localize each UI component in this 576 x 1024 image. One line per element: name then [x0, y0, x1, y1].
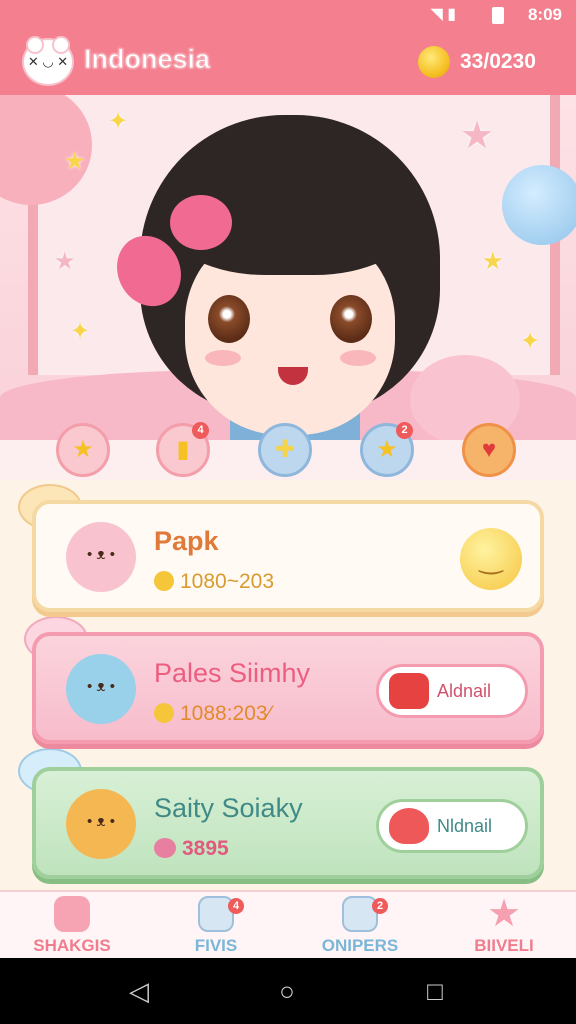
bear-avatar-icon: • ᴥ • [66, 654, 136, 724]
star-icon: ★ [64, 148, 86, 175]
bear-avatar-icon: • ᴥ • [66, 789, 136, 859]
puzzle-button[interactable]: ✚ [258, 423, 312, 477]
cup-button[interactable]: ▮ 4 [156, 422, 210, 477]
leaderboard-list: • ᴥ • Papk 1080~203 ‿ • ᴥ • Pales Siimhy… [0, 480, 576, 890]
star-icon: ✦ [70, 318, 91, 345]
action-button[interactable]: Aldnail [376, 664, 528, 718]
player-score: 1080~203 [154, 570, 274, 594]
car-icon [54, 896, 90, 932]
system-nav-bar: ◁ ○ □ [0, 958, 576, 1024]
cup-icon: ▮ [176, 436, 190, 463]
page-title: Indonesia [83, 44, 211, 75]
star-button[interactable]: ★ 2 [360, 422, 414, 477]
bear-logo-icon[interactable]: ✕ ◡ ✕ [22, 36, 74, 86]
star-icon: ★ [460, 115, 495, 157]
coin-counter: 33/0230 [460, 50, 536, 73]
quick-action-row: ★ ▮ 4 ✚ ★ 2 ♥ [0, 422, 576, 479]
star-icon: ✦ [108, 108, 129, 135]
star-icon: ★ [486, 893, 522, 935]
badge: 2 [372, 898, 388, 914]
star-icon: ✦ [520, 328, 541, 355]
home-icon[interactable]: ○ [272, 976, 302, 1006]
top-header: ✕ ◡ ✕ Indonesia 33/0230 [0, 30, 576, 95]
bottom-nav: SHAKGIS 4 FIVIS 2 ONIPERS ★ BIIVELI [0, 890, 576, 960]
star-icon: ★ [482, 248, 504, 275]
nav-label: FIVIS [194, 936, 238, 955]
action-button[interactable]: Nldnail [376, 799, 528, 853]
score-value: 1080~203 [180, 570, 275, 593]
heart-icon [154, 838, 176, 858]
heart-icon [389, 808, 429, 844]
badge: 4 [192, 422, 209, 439]
star-button[interactable]: ★ [56, 423, 110, 477]
nav-item-fivis[interactable]: 4 FIVIS [144, 892, 288, 960]
player-name: Papk [154, 526, 219, 556]
list-item[interactable]: • ᴥ • Papk 1080~203 ‿ [32, 500, 544, 612]
bear-avatar-icon: • ᴥ • [66, 522, 136, 592]
nav-item-biiveli[interactable]: ★ BIIVELI [432, 892, 576, 960]
player-score: 1088:203⁄ [154, 702, 271, 726]
badge: 2 [396, 422, 413, 439]
hero-banner: ✦ ★ ✦ ★ ★ ★ ✦ [0, 95, 576, 440]
star-icon: ★ [72, 436, 94, 463]
smiley-button[interactable]: ‿ [460, 528, 522, 590]
coin-icon [154, 571, 174, 591]
left-blush [205, 350, 241, 366]
puzzle-icon: ✚ [274, 436, 296, 463]
coin-icon [418, 46, 450, 78]
nav-label: BIIVELI [474, 936, 534, 955]
list-item[interactable]: • ᴥ • Pales Siimhy 1088:203⁄ Aldnail [32, 632, 544, 744]
wifi-icon: ◥ ▮ [430, 6, 456, 23]
blue-balloon-mascot-icon [502, 165, 576, 245]
left-eye [208, 295, 250, 343]
player-score: 3895 [154, 837, 229, 861]
action-label: Nldnail [437, 816, 493, 836]
recents-icon[interactable]: □ [420, 976, 450, 1006]
star-icon: ★ [376, 436, 398, 463]
badge: 4 [228, 898, 244, 914]
nav-label: ONIPERS [321, 936, 399, 955]
gem-icon [389, 673, 429, 709]
back-icon[interactable]: ◁ [124, 976, 154, 1006]
list-item[interactable]: • ᴥ • Saity Soiaky 3895 Nldnail [32, 767, 544, 879]
star-icon: ★ [54, 248, 76, 275]
clock: 8:09 [527, 5, 562, 24]
nav-item-onipers[interactable]: 2 ONIPERS [288, 892, 432, 960]
nav-label: SHAKGIS [33, 936, 111, 955]
score-value: 3895 [182, 837, 229, 860]
hair-bow-icon [170, 195, 232, 250]
nav-item-shakgis[interactable]: SHAKGIS [0, 892, 144, 960]
action-label: Aldnail [437, 681, 492, 701]
heart-icon: ♥ [481, 436, 497, 463]
right-eye [330, 295, 372, 343]
score-value: 1088:203⁄ [180, 702, 272, 725]
coin-icon [154, 703, 174, 723]
player-name: Saity Soiaky [154, 793, 303, 823]
right-blush [340, 350, 376, 366]
heart-button[interactable]: ♥ [462, 423, 516, 477]
player-name: Pales Siimhy [154, 658, 311, 688]
battery-icon [492, 7, 504, 24]
status-bar: ◥ ▮ 8:09 [0, 0, 576, 30]
